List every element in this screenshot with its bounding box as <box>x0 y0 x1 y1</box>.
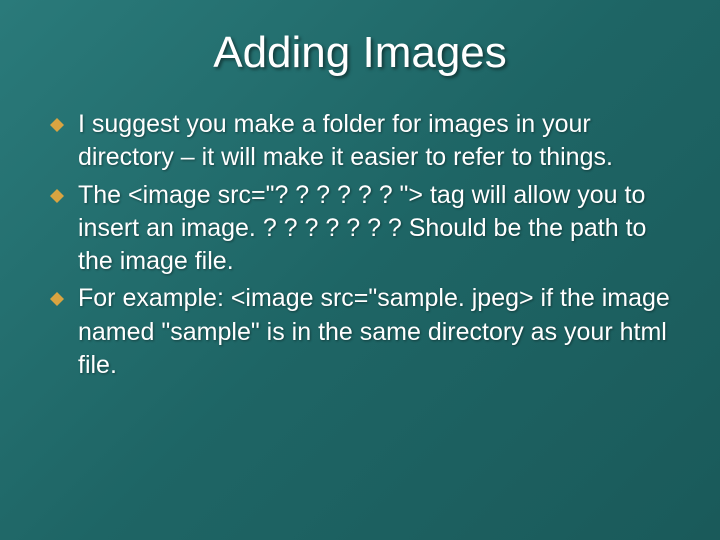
diamond-bullet-icon <box>50 118 64 132</box>
list-item: The <image src="? ? ? ? ? ? "> tag will … <box>50 179 670 279</box>
bullet-text: For example: <image src="sample. jpeg> i… <box>78 284 670 379</box>
diamond-bullet-icon <box>50 292 64 306</box>
slide: Adding Images I suggest you make a folde… <box>0 0 720 540</box>
bullet-list: I suggest you make a folder for images i… <box>50 108 670 382</box>
list-item: For example: <image src="sample. jpeg> i… <box>50 282 670 382</box>
slide-title: Adding Images <box>0 0 720 88</box>
slide-content: I suggest you make a folder for images i… <box>0 88 720 382</box>
diamond-bullet-icon <box>50 189 64 203</box>
bullet-text: I suggest you make a folder for images i… <box>78 110 613 171</box>
bullet-text: The <image src="? ? ? ? ? ? "> tag will … <box>78 181 646 276</box>
list-item: I suggest you make a folder for images i… <box>50 108 670 175</box>
